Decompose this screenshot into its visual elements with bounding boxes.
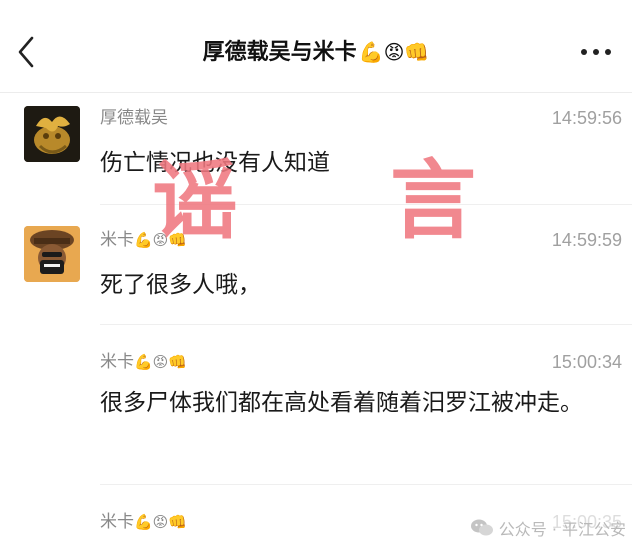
chat-title: 厚德载吴与米卡 💪😡👊 [0,34,632,71]
rumor-stamp-char-1: 谣 [152,151,238,251]
message-time: 15:00:34 [551,352,622,372]
sender-name: 米卡💪😡👊 [100,350,187,374]
chat-title-text: 厚德载吴与米卡 [202,40,357,65]
masked-person-avatar-icon [24,226,80,282]
sender-name-text: 厚德载吴 [100,108,168,128]
chat-screen: 厚德载吴与米卡 💪😡👊 厚德载吴 14:59:56 伤亡情况也没有人知道 米卡💪… [0,0,632,554]
more-dot [593,49,599,55]
message-item[interactable]: 米卡💪😡👊 15:00:34 很多尸体我们都在高处看着随着汨罗江被冲走。 [0,344,632,474]
more-options-button[interactable] [578,40,618,64]
message-text: 很多尸体我们都在高处看着随着汨罗江被冲走。 [100,390,583,416]
sender-name: 厚德载吴 [100,106,168,130]
sender-name-text: 米卡 [100,512,134,532]
message-time: 14:59:59 [551,230,622,250]
divider [100,484,632,485]
avatar[interactable] [24,106,80,162]
sender-emojis: 💪😡👊 [134,353,187,371]
golden-dragon-avatar-icon [24,106,80,162]
message-text: 死了很多人哦， [100,272,261,298]
message-item[interactable]: 米卡💪😡👊 14:59:59 死了很多人哦， [0,222,632,322]
chat-title-emojis: 💪😡👊 [358,40,430,64]
more-dot [605,49,611,55]
avatar[interactable] [24,226,80,282]
sender-name-text: 米卡 [100,352,134,372]
watermark-label: 公众号 · 平江公安 [498,520,626,539]
sender-emojis: 💪😡👊 [134,513,187,531]
more-dots-icon [581,49,587,55]
message-time: 14:59:56 [551,108,622,128]
sender-name: 米卡💪😡👊 [100,510,187,534]
watermark: 公众号 · 平江公安 [470,516,626,540]
rumor-stamp-char-2: 言 [390,151,476,251]
message-item[interactable]: 厚德载吴 14:59:56 伤亡情况也没有人知道 [0,100,632,210]
sender-name-text: 米卡 [100,230,134,250]
divider [100,324,632,325]
chat-header: 厚德载吴与米卡 💪😡👊 [0,0,632,93]
wechat-icon [470,519,493,537]
